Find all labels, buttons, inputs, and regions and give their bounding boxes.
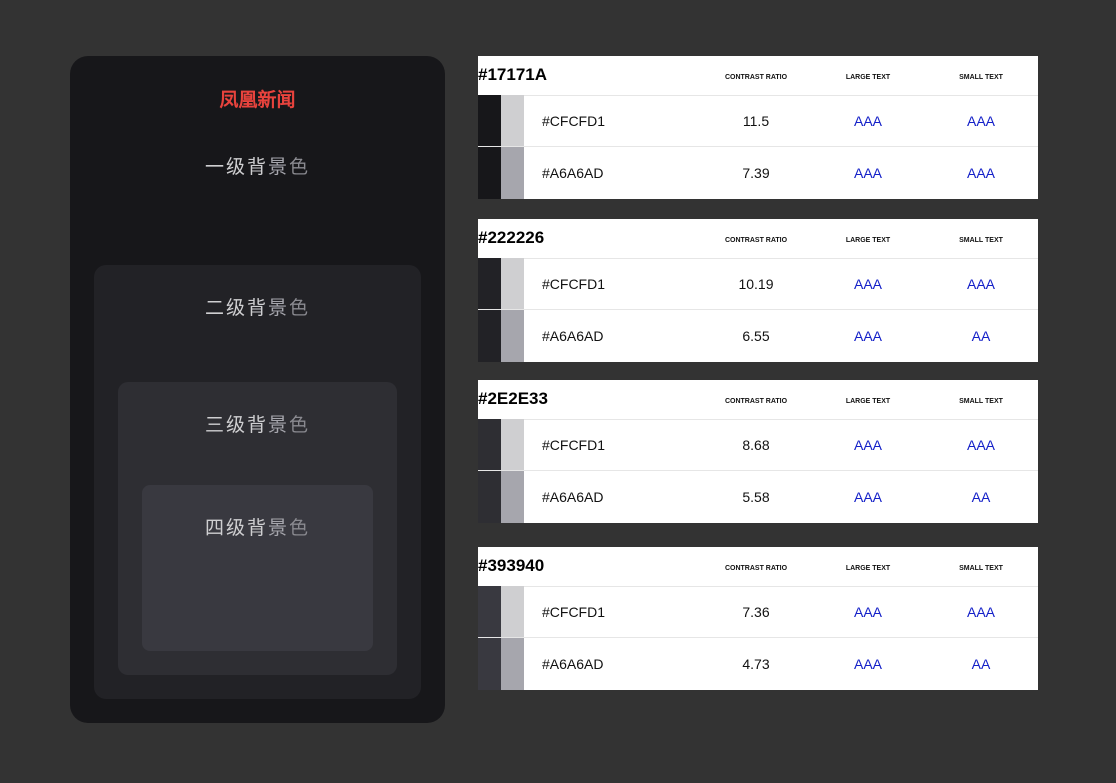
- large-text-header: LARGE TEXT: [845, 237, 891, 244]
- contrast-card: #393940 CONTRAST RATIO LARGE TEXT SMALL …: [478, 547, 1038, 690]
- level4-label-char1: 背: [246, 517, 268, 539]
- contrast-ratio-value: 7.39: [742, 165, 770, 181]
- contrast-card: #17171A CONTRAST RATIO LARGE TEXT SMALL …: [478, 56, 1038, 199]
- level3-label-char1: 背: [246, 414, 268, 436]
- contrast-row: #CFCFD1 8.68 AAA AAA: [478, 419, 1038, 471]
- foreground-swatch: [501, 258, 524, 309]
- brand-title: 凤凰新闻: [219, 89, 296, 111]
- contrast-ratio-header: CONTRAST RATIO: [724, 398, 788, 405]
- background-hex-title: #222226: [478, 228, 545, 247]
- contrast-card-header: #2E2E33 CONTRAST RATIO LARGE TEXT SMALL …: [478, 380, 1038, 420]
- level2-label-char3: 色: [289, 297, 311, 319]
- background-hex-title: #17171A: [478, 65, 548, 84]
- level4-label: 四级背景色: [142, 515, 373, 541]
- level3-label-prefix: 三级: [204, 414, 247, 436]
- foreground-swatch: [501, 419, 524, 470]
- contrast-card: #2E2E33 CONTRAST RATIO LARGE TEXT SMALL …: [478, 380, 1038, 523]
- small-text-rating: AA: [971, 328, 991, 344]
- contrast-ratio-header: CONTRAST RATIO: [724, 237, 788, 244]
- level1-label-char2: 景: [268, 156, 290, 178]
- level2-label-prefix: 二级: [204, 297, 247, 319]
- large-text-rating: AAA: [853, 604, 882, 620]
- small-text-rating: AAA: [966, 165, 995, 181]
- contrast-ratio-value: 11.5: [742, 113, 770, 129]
- small-text-rating: AAA: [966, 276, 995, 292]
- level1-label-char3: 色: [289, 156, 311, 178]
- contrast-card: #222226 CONTRAST RATIO LARGE TEXT SMALL …: [478, 219, 1038, 362]
- small-text-header: SMALL TEXT: [959, 237, 1003, 244]
- background-hex-title: #2E2E33: [478, 389, 548, 408]
- foreground-hex: #CFCFD1: [542, 604, 606, 620]
- level1-label-char1: 背: [246, 156, 268, 178]
- foreground-hex: #CFCFD1: [542, 113, 606, 129]
- foreground-hex: #A6A6AD: [542, 165, 604, 181]
- foreground-swatch: [501, 586, 524, 637]
- level3-label-char3: 色: [289, 414, 311, 436]
- level2-label: 二级背景色: [94, 295, 421, 321]
- contrast-row: #CFCFD1 11.5 AAA AAA: [478, 95, 1038, 147]
- foreground-swatch: [501, 310, 524, 362]
- level3-label: 三级背景色: [118, 412, 397, 438]
- contrast-ratio-value: 6.55: [742, 328, 770, 344]
- foreground-hex: #CFCFD1: [542, 437, 606, 453]
- large-text-rating: AAA: [853, 656, 882, 672]
- foreground-hex: #A6A6AD: [542, 656, 604, 672]
- contrast-row: #A6A6AD 7.39 AAA AAA: [478, 147, 1038, 199]
- contrast-card-header: #393940 CONTRAST RATIO LARGE TEXT SMALL …: [478, 547, 1038, 587]
- contrast-card-header: #17171A CONTRAST RATIO LARGE TEXT SMALL …: [478, 56, 1038, 96]
- level1-label: 一级背景色: [70, 154, 445, 180]
- small-text-rating: AAA: [966, 604, 995, 620]
- foreground-hex: #A6A6AD: [542, 489, 604, 505]
- level4-background-panel: 四级背景色: [142, 485, 373, 651]
- small-text-rating: AA: [971, 656, 991, 672]
- foreground-swatch: [501, 95, 524, 146]
- contrast-card-header: #222226 CONTRAST RATIO LARGE TEXT SMALL …: [478, 219, 1038, 259]
- level4-label-char3: 色: [289, 517, 311, 539]
- large-text-header: LARGE TEXT: [845, 74, 891, 81]
- contrast-row: #CFCFD1 10.19 AAA AAA: [478, 258, 1038, 310]
- large-text-rating: AAA: [853, 276, 882, 292]
- foreground-swatch: [501, 471, 524, 523]
- small-text-header: SMALL TEXT: [959, 565, 1003, 572]
- contrast-row: #A6A6AD 6.55 AAA AA: [478, 310, 1038, 362]
- level2-background-panel: 二级背景色 三级背景色 四级背景色: [94, 265, 421, 699]
- background-hex-title: #393940: [478, 556, 545, 575]
- small-text-header: SMALL TEXT: [959, 398, 1003, 405]
- large-text-rating: AAA: [853, 113, 882, 129]
- level2-label-char2: 景: [268, 297, 290, 319]
- small-text-rating: AA: [971, 489, 991, 505]
- contrast-ratio-value: 4.73: [742, 656, 770, 672]
- level3-label-char2: 景: [268, 414, 290, 436]
- large-text-rating: AAA: [853, 165, 882, 181]
- large-text-header: LARGE TEXT: [845, 398, 891, 405]
- contrast-row: #A6A6AD 4.73 AAA AA: [478, 638, 1038, 690]
- large-text-rating: AAA: [853, 437, 882, 453]
- level4-label-prefix: 四级: [204, 517, 247, 539]
- large-text-rating: AAA: [853, 489, 882, 505]
- contrast-row: #CFCFD1 7.36 AAA AAA: [478, 586, 1038, 638]
- contrast-row: #A6A6AD 5.58 AAA AA: [478, 471, 1038, 523]
- level2-label-char1: 背: [246, 297, 268, 319]
- foreground-hex: #A6A6AD: [542, 328, 604, 344]
- contrast-ratio-header: CONTRAST RATIO: [724, 74, 788, 81]
- level4-label-char2: 景: [268, 517, 290, 539]
- large-text-rating: AAA: [853, 328, 882, 344]
- contrast-ratio-value: 5.58: [742, 489, 770, 505]
- level1-background-panel: 凤凰新闻 一级背景色 二级背景色 三级背景色 四级背景色: [70, 56, 445, 723]
- contrast-ratio-value: 7.36: [742, 604, 770, 620]
- contrast-ratio-value: 8.68: [742, 437, 770, 453]
- contrast-ratio-value: 10.19: [738, 276, 774, 292]
- foreground-swatch: [501, 638, 524, 690]
- small-text-rating: AAA: [966, 113, 995, 129]
- small-text-rating: AAA: [966, 437, 995, 453]
- foreground-hex: #CFCFD1: [542, 276, 606, 292]
- large-text-header: LARGE TEXT: [845, 565, 891, 572]
- foreground-swatch: [501, 147, 524, 199]
- level1-label-prefix: 一级: [204, 156, 247, 178]
- level3-background-panel: 三级背景色 四级背景色: [118, 382, 397, 675]
- contrast-ratio-header: CONTRAST RATIO: [724, 565, 788, 572]
- small-text-header: SMALL TEXT: [959, 74, 1003, 81]
